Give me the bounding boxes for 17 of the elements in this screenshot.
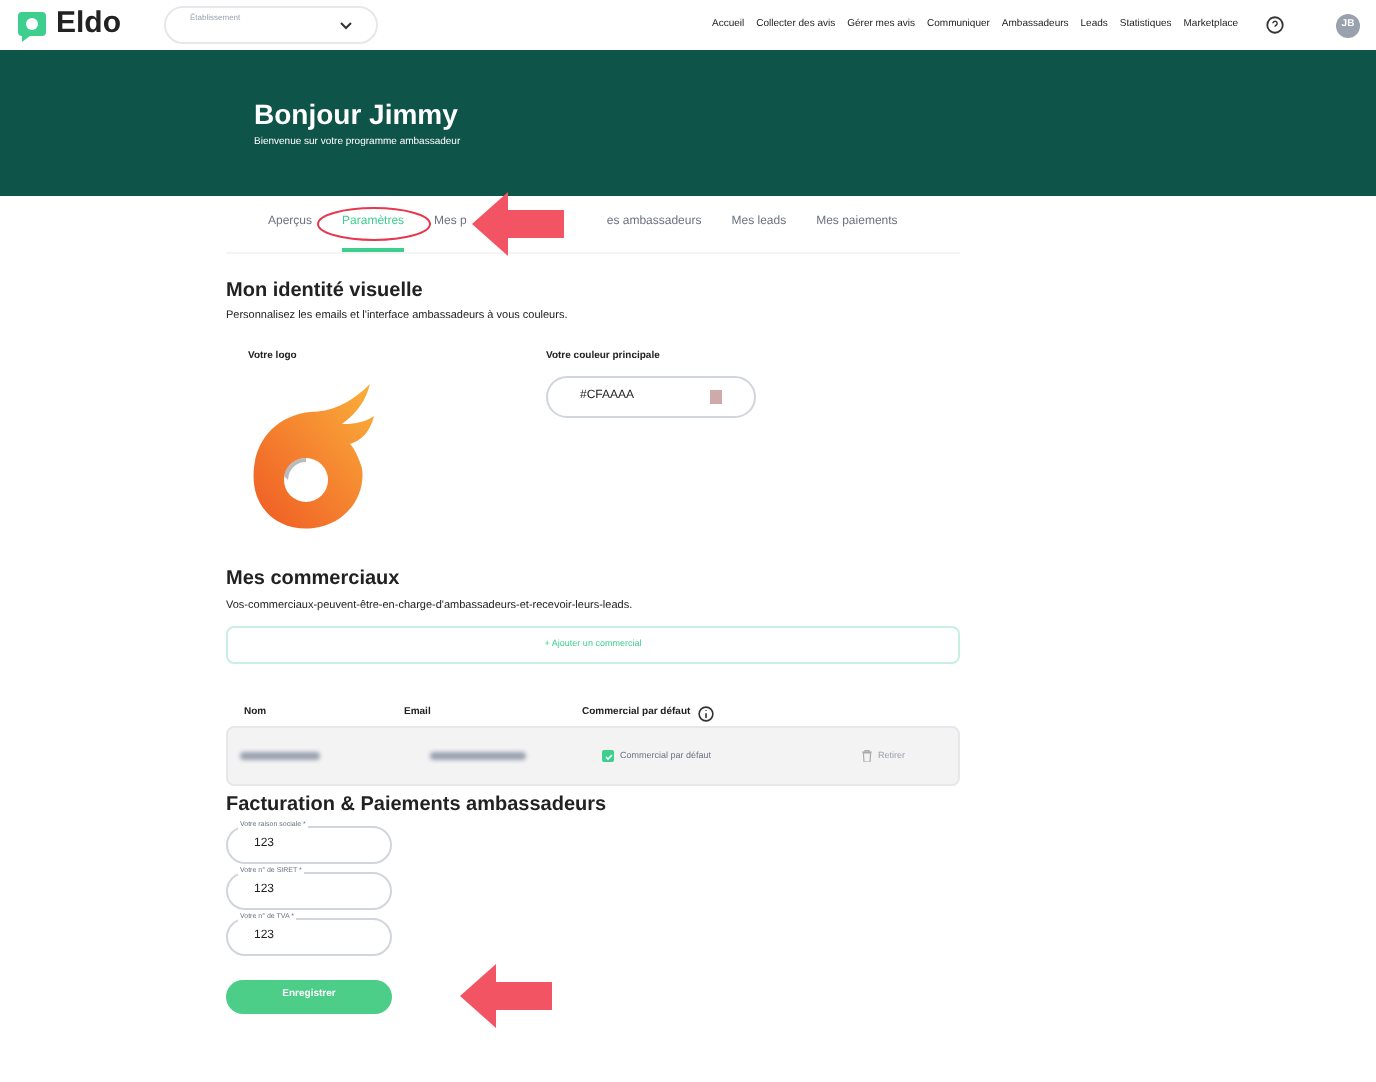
blurred-name xyxy=(240,752,320,760)
color-swatch[interactable] xyxy=(710,389,722,404)
section-title: Mon identité visuelle xyxy=(226,278,425,306)
info-icon[interactable] xyxy=(698,706,715,722)
highlight-ellipse xyxy=(316,204,432,244)
chevron-icon xyxy=(340,21,352,29)
section-title: Facturation & Paiements ambassadeurs xyxy=(226,792,609,820)
section-title: Mes commerciaux xyxy=(226,565,402,594)
banner-title: Bonjour Jimmy xyxy=(254,96,460,135)
trash-icon xyxy=(862,750,872,762)
logo-icon xyxy=(16,9,48,41)
blurred-email xyxy=(430,752,526,760)
brand-name: Eldo xyxy=(56,4,121,45)
arrow-icon xyxy=(460,964,552,1028)
help-icon[interactable] xyxy=(1266,16,1284,34)
arrow-icon xyxy=(472,192,564,256)
checkbox[interactable] xyxy=(602,750,614,762)
